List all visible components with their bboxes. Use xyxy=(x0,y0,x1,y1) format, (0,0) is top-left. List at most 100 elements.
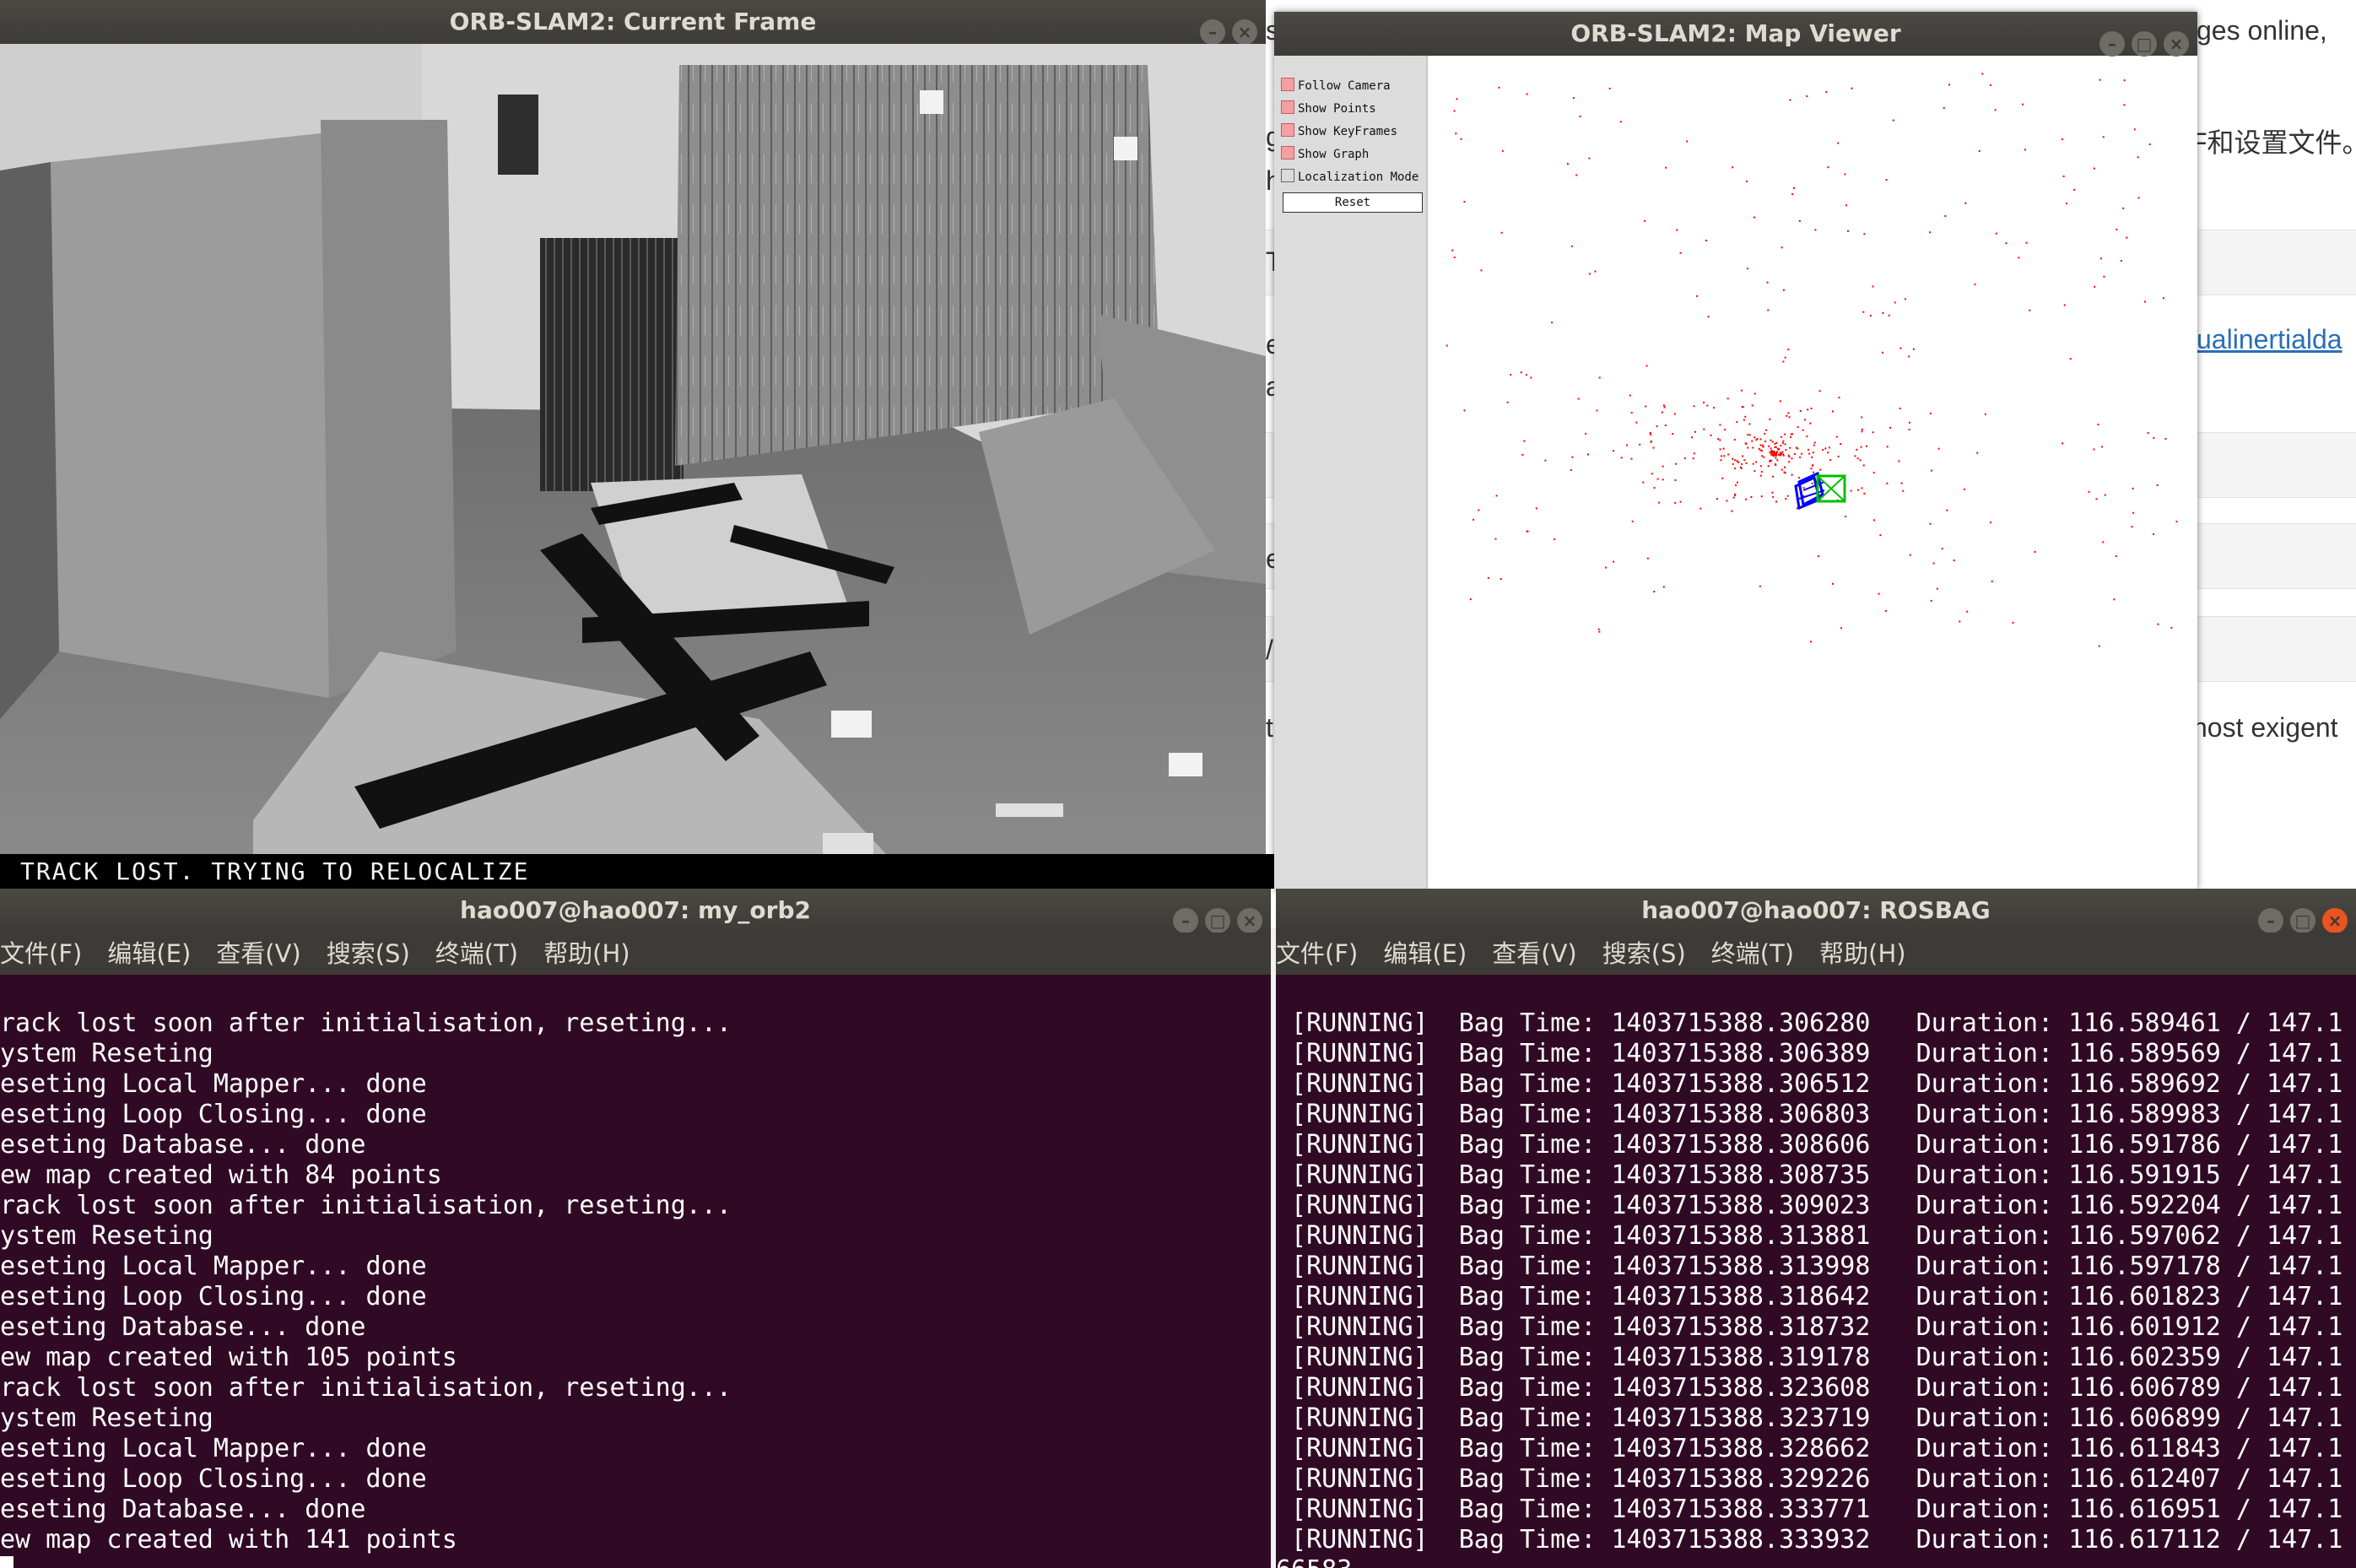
follow-camera-checkbox[interactable]: Follow Camera xyxy=(1281,76,1391,96)
map-point xyxy=(1930,599,1932,602)
map-point xyxy=(1812,451,1814,454)
map-point xyxy=(2102,541,2105,543)
close-button[interactable]: × xyxy=(2322,908,2348,933)
minimize-button[interactable]: – xyxy=(2099,31,2125,57)
map-point xyxy=(1719,448,1721,451)
localization-mode-checkbox[interactable]: Localization Mode xyxy=(1281,167,1418,187)
browser-link[interactable]: ualinertialda xyxy=(2197,324,2342,355)
terminal-line: [RUNNING] Bag Time: 1403715388.306280 Du… xyxy=(1276,1008,2343,1038)
map-point xyxy=(1747,446,1749,449)
show-points-checkbox[interactable]: Show Points xyxy=(1281,99,1376,119)
map-point xyxy=(1696,295,1699,297)
map-point xyxy=(1872,431,1874,434)
map-point xyxy=(2073,188,2076,191)
map-point xyxy=(1781,246,1783,249)
map-point xyxy=(1731,510,1733,512)
map-point xyxy=(1530,376,1532,379)
menu-terminal[interactable]: 终端(T) xyxy=(435,939,518,968)
map-point xyxy=(1810,641,1812,643)
terminal-line: [RUNNING] Bag Time: 1403715388.308606 Du… xyxy=(1276,1130,2343,1160)
map-point xyxy=(1781,468,1783,471)
terminal-output[interactable]: [RUNNING] Bag Time: 1403715388.306280 Du… xyxy=(1276,975,2356,1568)
map-point xyxy=(2164,438,2167,440)
menu-edit[interactable]: 编辑(E) xyxy=(107,939,191,968)
map-point xyxy=(1495,495,1498,497)
map-point xyxy=(1963,488,1965,490)
menu-view[interactable]: 查看(V) xyxy=(1492,939,1576,968)
map-point xyxy=(1639,443,1641,446)
map-point xyxy=(1840,627,1842,630)
map-point xyxy=(1881,351,1883,354)
maximize-button[interactable]: □ xyxy=(1205,908,1230,933)
menu-terminal[interactable]: 终端(T) xyxy=(1711,939,1794,968)
checkbox-label: Follow Camera xyxy=(1298,79,1391,93)
map-point xyxy=(1585,432,1587,435)
show-keyframes-checkbox[interactable]: Show KeyFrames xyxy=(1281,122,1397,142)
close-button[interactable]: × xyxy=(1232,19,1257,45)
browser-text-snippet: nost exigent xyxy=(2192,712,2338,743)
terminal-titlebar[interactable]: hao007@hao007: ROSBAG – □ × xyxy=(1276,889,2356,933)
map-point xyxy=(1759,474,1762,477)
map-point xyxy=(1840,443,1842,445)
menu-search[interactable]: 搜索(S) xyxy=(327,939,410,968)
terminal-line: [RUNNING] Bag Time: 1403715388.306803 Du… xyxy=(1276,1100,2343,1129)
minimize-button[interactable]: – xyxy=(2258,908,2283,933)
menu-file[interactable]: 文件(F) xyxy=(1276,939,1358,968)
terminal-line: eseting Database... done xyxy=(0,1495,366,1524)
map-point xyxy=(1719,439,1721,441)
maximize-button[interactable]: □ xyxy=(2290,908,2315,933)
terminal-line: eseting Database... done xyxy=(0,1312,366,1342)
map-point xyxy=(1753,392,1756,395)
menu-view[interactable]: 查看(V) xyxy=(216,939,300,968)
map-point xyxy=(1785,498,1787,500)
menu-help[interactable]: 帮助(H) xyxy=(543,939,630,968)
map-point xyxy=(1673,413,1676,415)
map-point xyxy=(1571,456,1574,458)
menu-file[interactable]: 文件(F) xyxy=(0,939,82,968)
menu-help[interactable]: 帮助(H) xyxy=(1819,939,1905,968)
map-point xyxy=(2063,304,2066,306)
minimize-button[interactable]: – xyxy=(1200,19,1225,45)
show-graph-checkbox[interactable]: Show Graph xyxy=(1281,144,1369,165)
map-point xyxy=(1898,460,1900,462)
map-point xyxy=(1760,471,1763,473)
maximize-button[interactable]: □ xyxy=(2132,31,2157,57)
map-point xyxy=(1645,365,1648,367)
current-frame-titlebar[interactable]: ORB-SLAM2: Current Frame – × xyxy=(0,0,1266,45)
close-button[interactable]: × xyxy=(2164,31,2189,57)
map-point xyxy=(1802,429,1804,431)
map-point xyxy=(1597,628,1600,630)
map-point xyxy=(1598,630,1601,633)
map-point xyxy=(1744,442,1747,445)
terminal-line: eseting Local Mapper... done xyxy=(0,1069,427,1099)
map-point xyxy=(1750,496,1753,498)
reset-button[interactable]: Reset xyxy=(1283,192,1423,213)
map-point xyxy=(1445,344,1448,347)
menu-edit[interactable]: 编辑(E) xyxy=(1383,939,1467,968)
minimize-button[interactable]: – xyxy=(1173,908,1198,933)
map-point xyxy=(1745,498,1747,500)
map-point xyxy=(1741,455,1743,457)
map-point xyxy=(1872,285,1874,288)
map-point xyxy=(1686,140,1689,143)
map-point xyxy=(1908,355,1910,358)
terminal-output[interactable]: rack lost soon after initialisation, res… xyxy=(0,975,1271,1568)
map-3d-view[interactable] xyxy=(1428,56,2197,889)
map-point xyxy=(1494,538,1497,540)
close-button[interactable]: × xyxy=(1237,908,1262,933)
map-point xyxy=(1736,421,1738,424)
map-point xyxy=(1672,433,1674,435)
map-point xyxy=(1506,401,1509,403)
terminal-titlebar[interactable]: hao007@hao007: my_orb2 – □ × xyxy=(0,889,1271,933)
map-point xyxy=(1944,215,1947,217)
map-viewer-titlebar[interactable]: ORB-SLAM2: Map Viewer – □ × xyxy=(1274,12,2197,57)
map-point xyxy=(1707,316,1710,318)
map-point xyxy=(2116,228,2118,230)
window-controls: – □ × xyxy=(2093,20,2189,57)
menu-search[interactable]: 搜索(S) xyxy=(1602,939,1686,968)
map-point xyxy=(1932,562,1935,565)
map-point xyxy=(1596,409,1598,412)
map-point xyxy=(1990,84,1991,86)
map-point xyxy=(2062,138,2063,141)
map-point xyxy=(1767,465,1770,468)
